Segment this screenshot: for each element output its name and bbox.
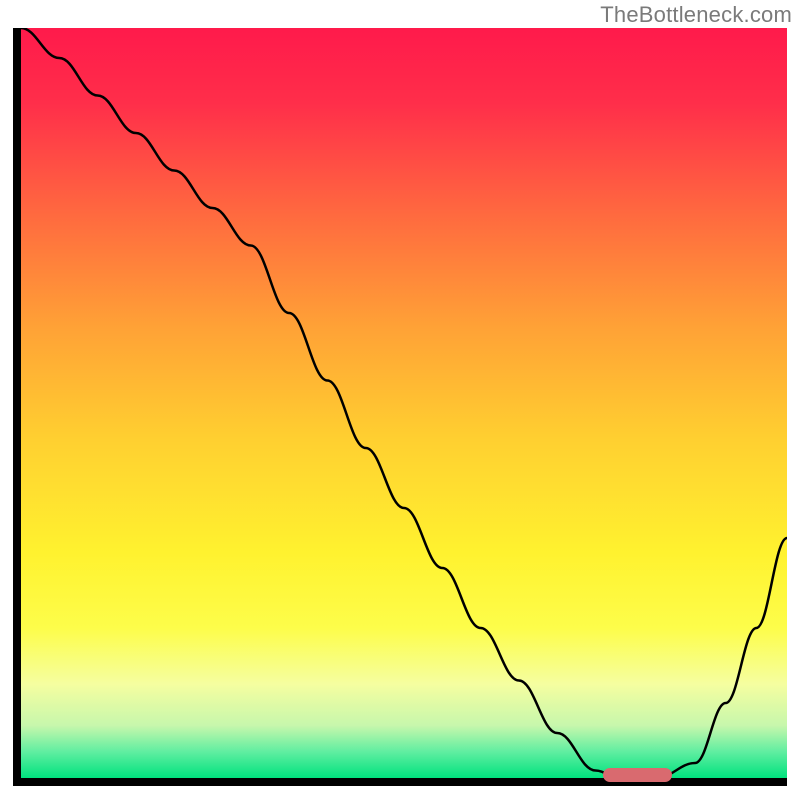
chart-root: TheBottleneck.com <box>0 0 800 800</box>
valley-marker <box>603 768 672 782</box>
plot-area <box>13 28 787 786</box>
x-axis <box>13 778 787 786</box>
gradient-fill <box>21 28 787 778</box>
chart-svg <box>13 28 787 786</box>
watermark-text: TheBottleneck.com <box>600 2 792 28</box>
y-axis <box>13 28 21 786</box>
